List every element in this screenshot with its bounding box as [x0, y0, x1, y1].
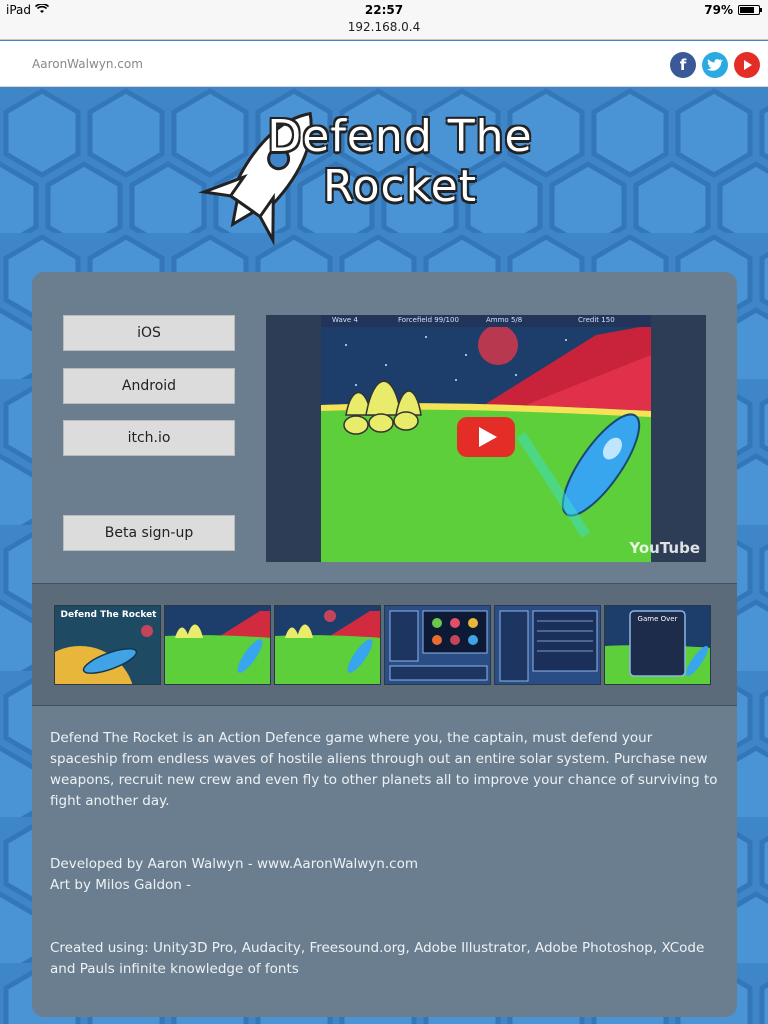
youtube-icon[interactable] — [734, 52, 760, 78]
video-thumbnail — [266, 315, 706, 562]
hud-ammo-label: Ammo — [486, 316, 509, 324]
art-credit: Art by Milos Galdon - — [50, 877, 191, 893]
url-address[interactable]: 192.168.0.4 — [348, 20, 421, 34]
hud-ammo-value: 5/8 — [510, 316, 523, 324]
facebook-icon[interactable]: f — [670, 52, 696, 78]
status-time: 22:57 — [364, 3, 404, 17]
developer-credit: Developed by Aaron Walwyn - www.AaronWal… — [50, 856, 418, 872]
battery-icon — [738, 5, 762, 15]
twitter-icon[interactable] — [702, 52, 728, 78]
video-player[interactable]: Wave 4 Forcefield 99/100 Ammo 5/8 Credit… — [266, 315, 706, 562]
hud-wave-value: 4 — [353, 316, 358, 324]
description-paragraph: Defend The Rocket is an Action Defence g… — [50, 730, 718, 809]
thumb-title[interactable]: Defend The Rocket — [54, 605, 161, 685]
game-logo: Defend The Rocket — [180, 96, 580, 246]
battery-percent: 79% — [704, 3, 733, 17]
hud-credit-label: Credit — [578, 316, 600, 324]
tools-credit: Created using: Unity3D Pro, Audacity, Fr… — [50, 940, 705, 977]
url-bar[interactable]: 192.168.0.4 — [0, 20, 768, 40]
ios-button[interactable]: iOS — [63, 315, 235, 351]
logo-title-line2: Rocket — [323, 161, 477, 212]
status-bar: iPad 22:57 79% — [0, 0, 768, 20]
site-header: AaronWalwyn.com f — [0, 41, 768, 87]
social-links: f — [670, 52, 760, 78]
itchio-button[interactable]: itch.io — [63, 420, 235, 456]
thumb-gameplay-2[interactable] — [274, 605, 381, 685]
hud-credit-value: 150 — [601, 316, 615, 324]
thumb-game-over-caption: Game Over — [637, 615, 678, 623]
hud-forcefield-value: 99/100 — [434, 316, 459, 324]
hud-forcefield-label: Forcefield — [398, 316, 433, 324]
youtube-watermark: YouTube — [629, 539, 700, 557]
logo-title-line1: Defend The — [267, 111, 533, 162]
thumb-shop[interactable] — [494, 605, 601, 685]
screenshot-gallery: Defend The Rocket Game Over — [32, 583, 737, 706]
main-panel: iOS Android itch.io Beta sign-up Wave 4 … — [32, 272, 737, 1017]
beta-signup-button[interactable]: Beta sign-up — [63, 515, 235, 551]
site-name-link[interactable]: AaronWalwyn.com — [32, 57, 143, 71]
game-description: Defend The Rocket is an Action Defence g… — [50, 728, 720, 980]
thumb-planet-select[interactable] — [384, 605, 491, 685]
thumb-gameplay-1[interactable] — [164, 605, 271, 685]
thumb-title-caption: Defend The Rocket — [60, 610, 157, 620]
android-button[interactable]: Android — [63, 368, 235, 404]
hud-wave-label: Wave — [332, 316, 352, 324]
thumb-game-over[interactable]: Game Over — [604, 605, 711, 685]
